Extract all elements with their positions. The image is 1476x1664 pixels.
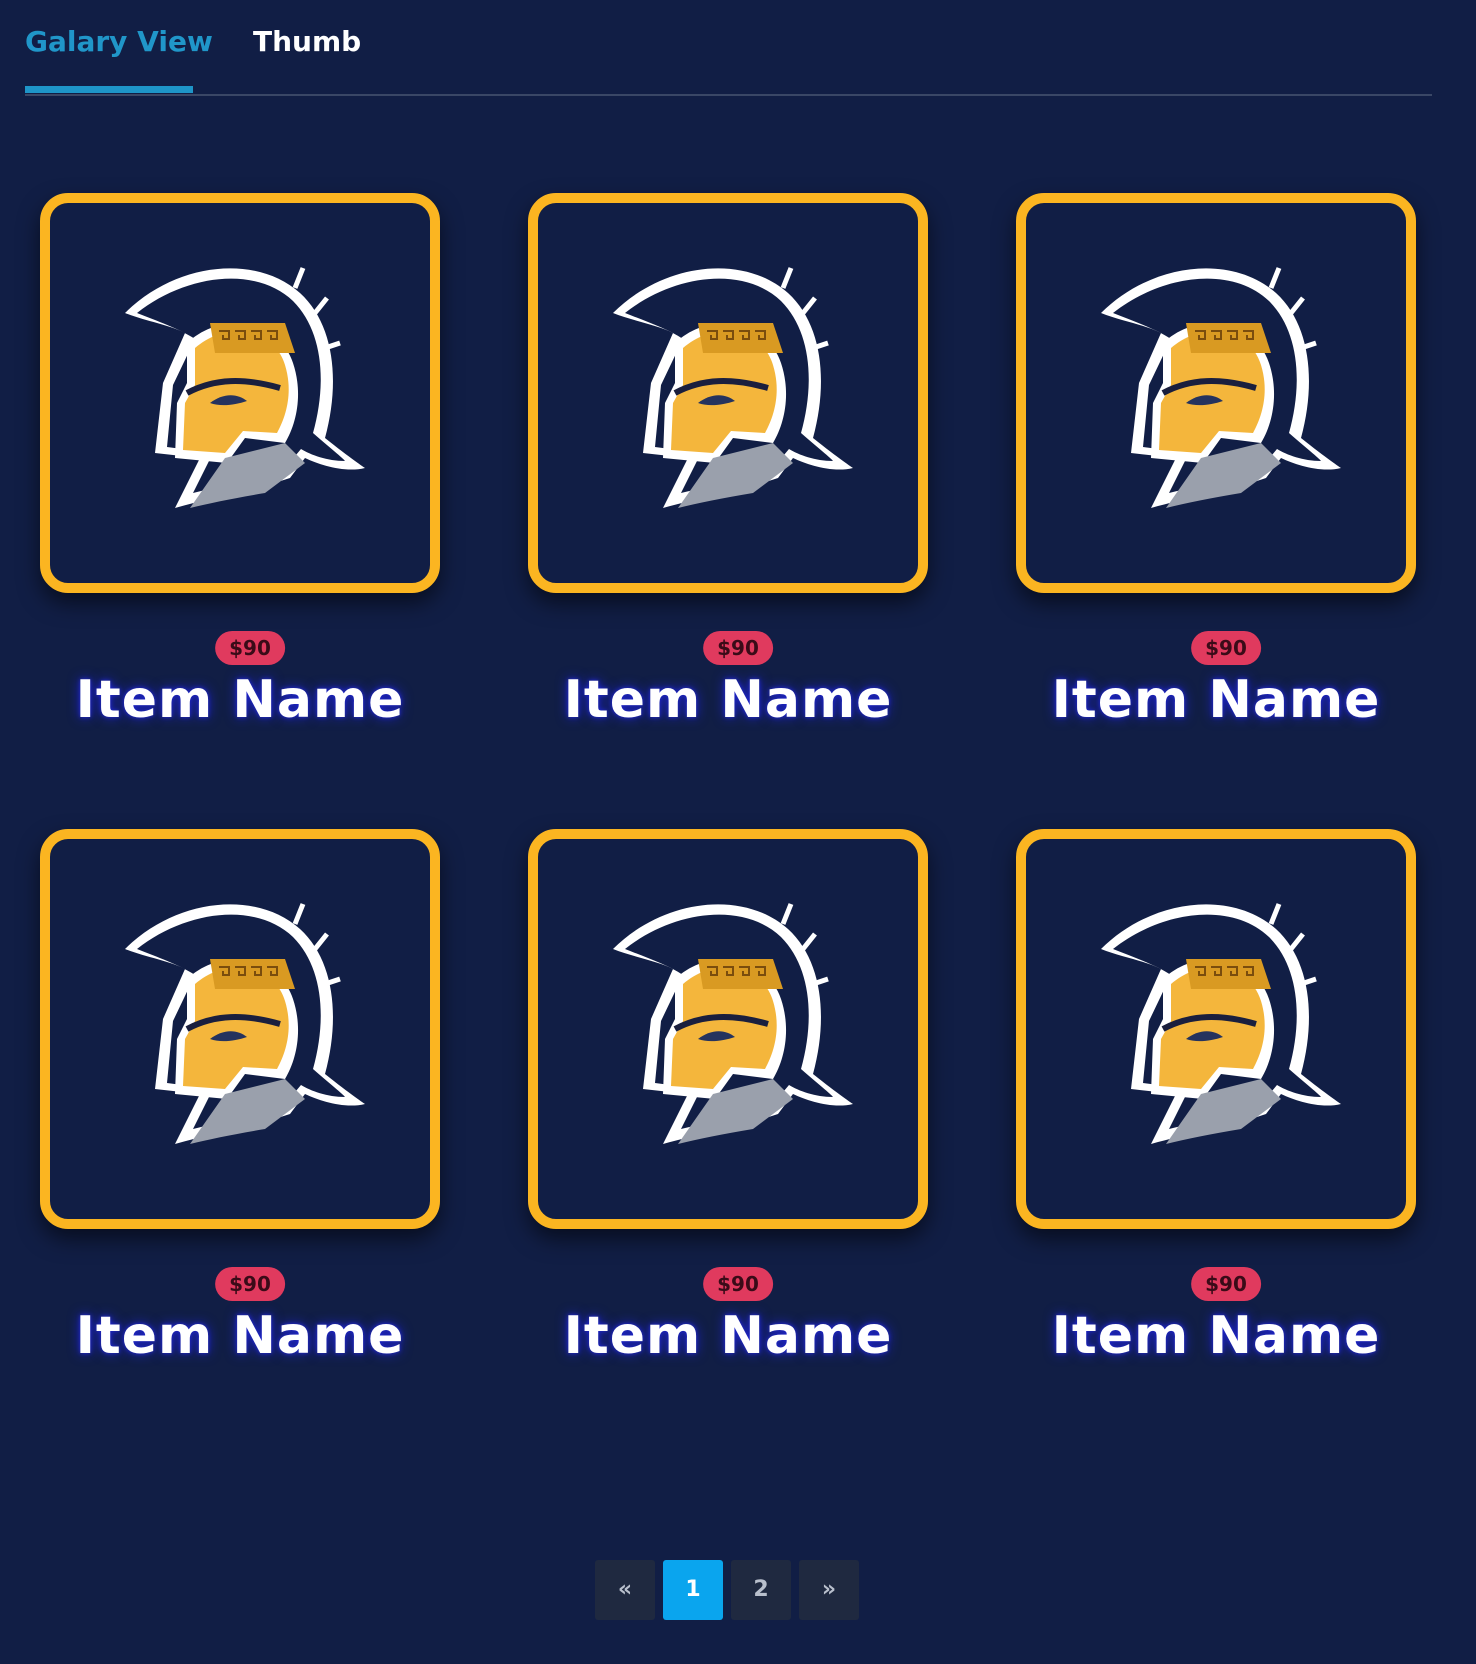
spartan-helmet-logo	[125, 267, 365, 508]
pagination-prev-button[interactable]: «	[595, 1560, 655, 1620]
tab-thumb[interactable]: Thumb	[253, 22, 361, 62]
item-name[interactable]: Item Name	[528, 1301, 928, 1371]
pagination-next-button[interactable]: »	[799, 1560, 859, 1620]
item-card: $90 Item Name	[1001, 829, 1421, 1449]
spartan-helmet-logo	[613, 267, 853, 508]
item-name[interactable]: Item Name	[40, 1301, 440, 1371]
item-name[interactable]: Item Name	[1016, 1301, 1416, 1371]
item-image-frame[interactable]	[528, 829, 928, 1229]
item-image-frame[interactable]	[1016, 829, 1416, 1229]
item-card: $90 Item Name	[25, 193, 445, 813]
item-image-frame[interactable]	[40, 193, 440, 593]
item-card: $90 Item Name	[513, 829, 933, 1449]
price-badge: $90	[215, 631, 285, 665]
pagination-page-2[interactable]: 2	[731, 1560, 791, 1620]
item-image-frame[interactable]	[40, 829, 440, 1229]
item-image-frame[interactable]	[528, 193, 928, 593]
price-badge: $90	[1191, 1267, 1261, 1301]
price-badge: $90	[215, 1267, 285, 1301]
spartan-helmet-logo	[125, 903, 365, 1144]
item-card: $90 Item Name	[513, 193, 933, 813]
spartan-helmet-logo	[1101, 903, 1341, 1144]
item-name[interactable]: Item Name	[528, 665, 928, 735]
spartan-helmet-logo	[1101, 267, 1341, 508]
price-badge: $90	[703, 1267, 773, 1301]
spartan-helmet-logo	[613, 903, 853, 1144]
price-badge: $90	[1191, 631, 1261, 665]
pagination-page-1[interactable]: 1	[663, 1560, 723, 1620]
item-card: $90 Item Name	[1001, 193, 1421, 813]
price-badge: $90	[703, 631, 773, 665]
item-image-frame[interactable]	[1016, 193, 1416, 593]
tab-galary-view[interactable]: Galary View	[25, 22, 213, 93]
item-name[interactable]: Item Name	[1016, 665, 1416, 735]
item-name[interactable]: Item Name	[40, 665, 440, 735]
view-tabs: Galary View Thumb	[25, 0, 1432, 96]
item-card: $90 Item Name	[25, 829, 445, 1449]
